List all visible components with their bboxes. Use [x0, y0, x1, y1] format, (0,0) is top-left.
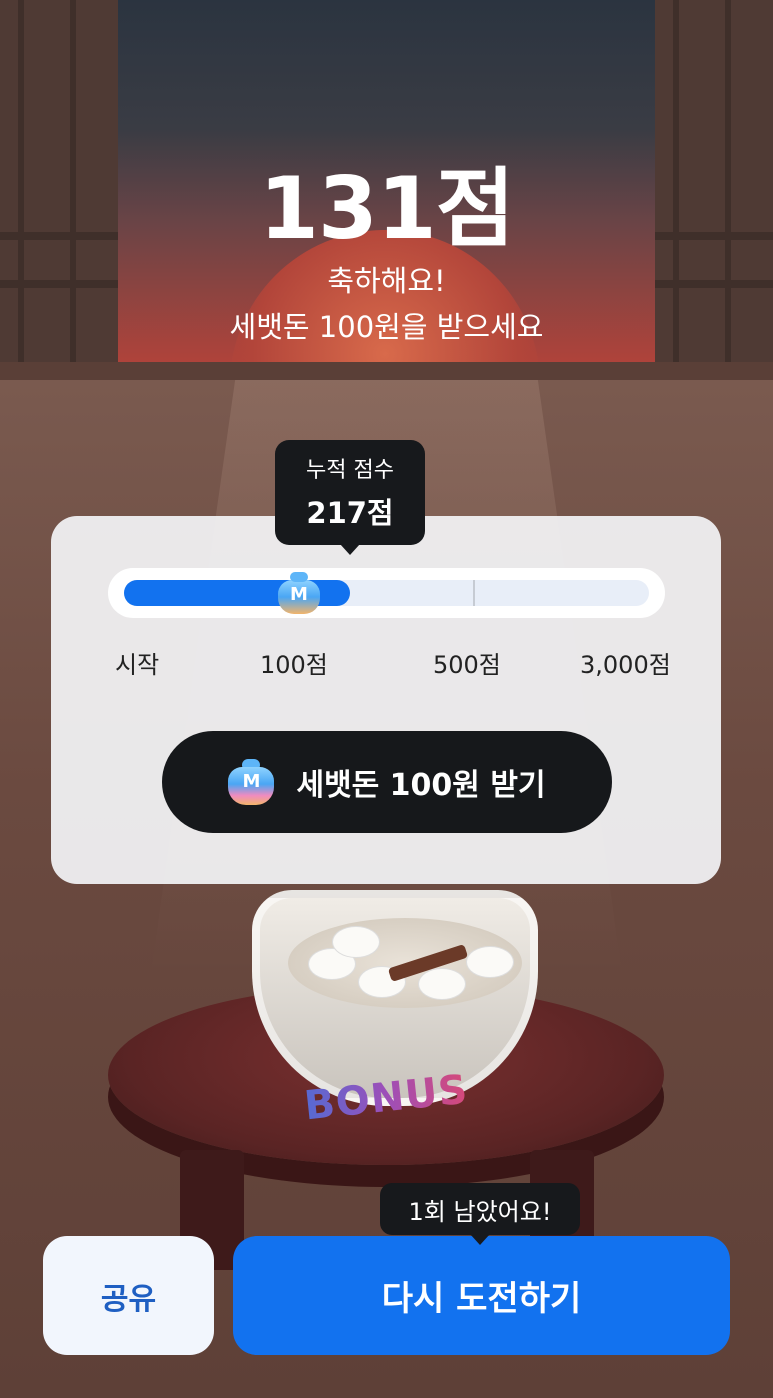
- milestone-label-500: 500점: [433, 651, 501, 679]
- progress-marker: M: [278, 572, 320, 614]
- progress-track: [124, 580, 649, 606]
- tooltip-value: 217점: [306, 496, 394, 530]
- congrats-line-1: 축하해요!: [327, 264, 446, 298]
- money-bag-icon: M: [228, 759, 275, 805]
- retry-button[interactable]: 다시 도전하기: [233, 1236, 730, 1355]
- claim-reward-button[interactable]: M 세뱃돈 100원 받기: [162, 731, 612, 833]
- money-bag-icon: M: [278, 572, 320, 614]
- milestone-label-start: 시작: [115, 651, 160, 679]
- cumulative-score-tooltip: 누적 점수 217점: [275, 440, 425, 555]
- tooltip-title: 누적 점수: [306, 458, 394, 483]
- milestone-label-100: 100점: [260, 651, 328, 679]
- milestone-label-3000: 3,000점: [580, 651, 671, 679]
- soup: [288, 918, 522, 1008]
- remaining-attempts-tooltip: 1회 남았어요!: [380, 1183, 580, 1245]
- score-title: 131점: [259, 159, 515, 259]
- milestone-divider: [473, 580, 475, 606]
- ceiling-beam: [0, 362, 773, 380]
- progress-bar: [108, 568, 665, 618]
- congrats-message: 축하해요! 세뱃돈 100원을 받으세요: [0, 258, 773, 350]
- share-button[interactable]: 공유: [43, 1236, 214, 1355]
- tteokguk-bowl-illustration: BONUS: [242, 880, 538, 1150]
- congrats-line-2: 세뱃돈 100원을 받으세요: [229, 310, 544, 344]
- claim-reward-label: 세뱃돈 100원 받기: [296, 768, 546, 803]
